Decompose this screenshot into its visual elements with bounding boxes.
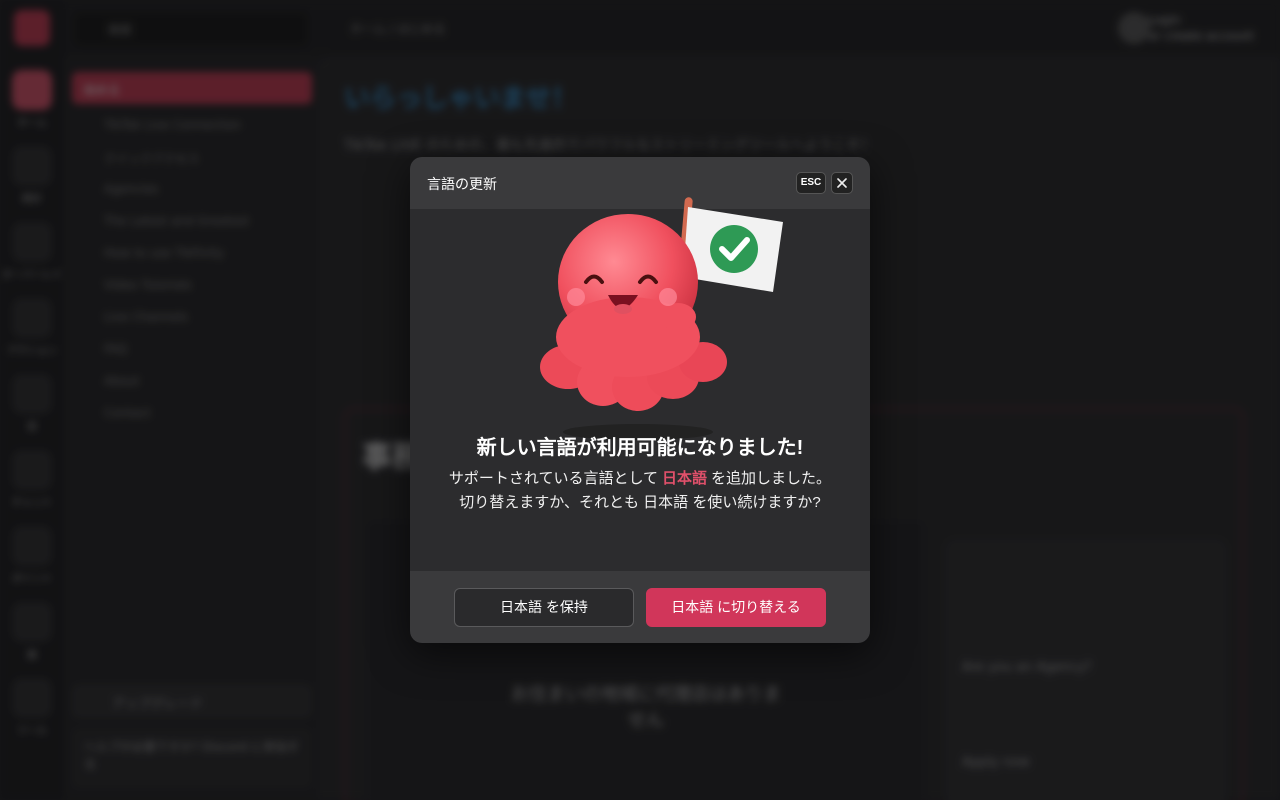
language-name: 日本語: [662, 470, 708, 487]
close-icon: [837, 178, 847, 188]
keep-language-button[interactable]: 日本語 を保持: [454, 588, 634, 627]
language-update-dialog: 言語の更新 ESC 新しい言語が利用可能になりました! サポートされている言語と…: [410, 157, 870, 643]
esc-key-hint: ESC: [796, 172, 826, 194]
dialog-description: サポートされている言語として 日本語 を追加しました。 切り替えますか、それとも 日…: [448, 470, 832, 511]
switch-language-button[interactable]: 日本語 に切り替える: [646, 588, 826, 627]
close-button[interactable]: [831, 172, 853, 194]
dialog-question: 切り替えますか、それとも 日本語 を使い続けますか?: [459, 494, 821, 511]
dialog-footer: 日本語 を保持 日本語 に切り替える: [410, 571, 870, 643]
octopus-mascot-icon: [540, 197, 783, 440]
dialog-headline: 新しい言語が利用可能になりました!: [476, 437, 804, 459]
dialog-title: 言語の更新: [427, 176, 497, 192]
dialog-body: 新しい言語が利用可能になりました! サポートされている言語として 日本語 を追加しま…: [410, 197, 870, 571]
